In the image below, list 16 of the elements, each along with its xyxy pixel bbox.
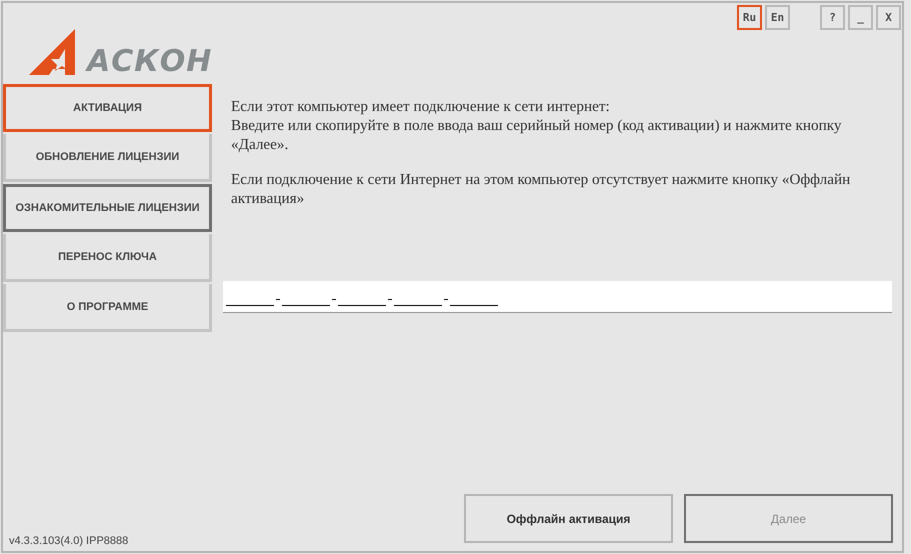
sidebar-item[interactable]: ПЕРЕНОС КЛЮЧА — [3, 234, 212, 282]
instruction-text: Если подключение к сети Интернет на этом компьютер отсутствует нажмите кнопку «Оффлайн активация» — [231, 170, 852, 208]
close-button[interactable]: X — [876, 5, 901, 30]
language-button[interactable]: En — [765, 5, 790, 30]
logo-text: АСКОН — [87, 49, 212, 75]
version-text: v4.3.3.103(4.0) IPP8888 — [9, 535, 128, 547]
help-button[interactable]: ? — [820, 5, 845, 30]
sidebar-item[interactable]: ОЗНАКОМИТЕЛЬНЫЕ ЛИЦЕНЗИИ — [3, 184, 212, 232]
offline-activation-button[interactable]: Оффлайн активация — [464, 494, 673, 543]
sidebar-item[interactable]: АКТИВАЦИЯ — [3, 84, 212, 132]
sidebar-item[interactable]: ОБНОВЛЕНИЕ ЛИЦЕНЗИИ — [3, 134, 212, 182]
language-button[interactable]: Ru — [737, 5, 762, 30]
sidebar-item[interactable]: О ПРОГРАММЕ — [3, 284, 212, 332]
minimize-button[interactable]: _ — [848, 5, 873, 30]
instruction-text: Если этот компьютер имеет подключение к сети интернет: Введите или скопируйте в поле ввода ваш серийный номер (код активации) и нажмите кнопку «Далее». — [231, 97, 842, 154]
serial-input-field[interactable] — [223, 281, 892, 313]
